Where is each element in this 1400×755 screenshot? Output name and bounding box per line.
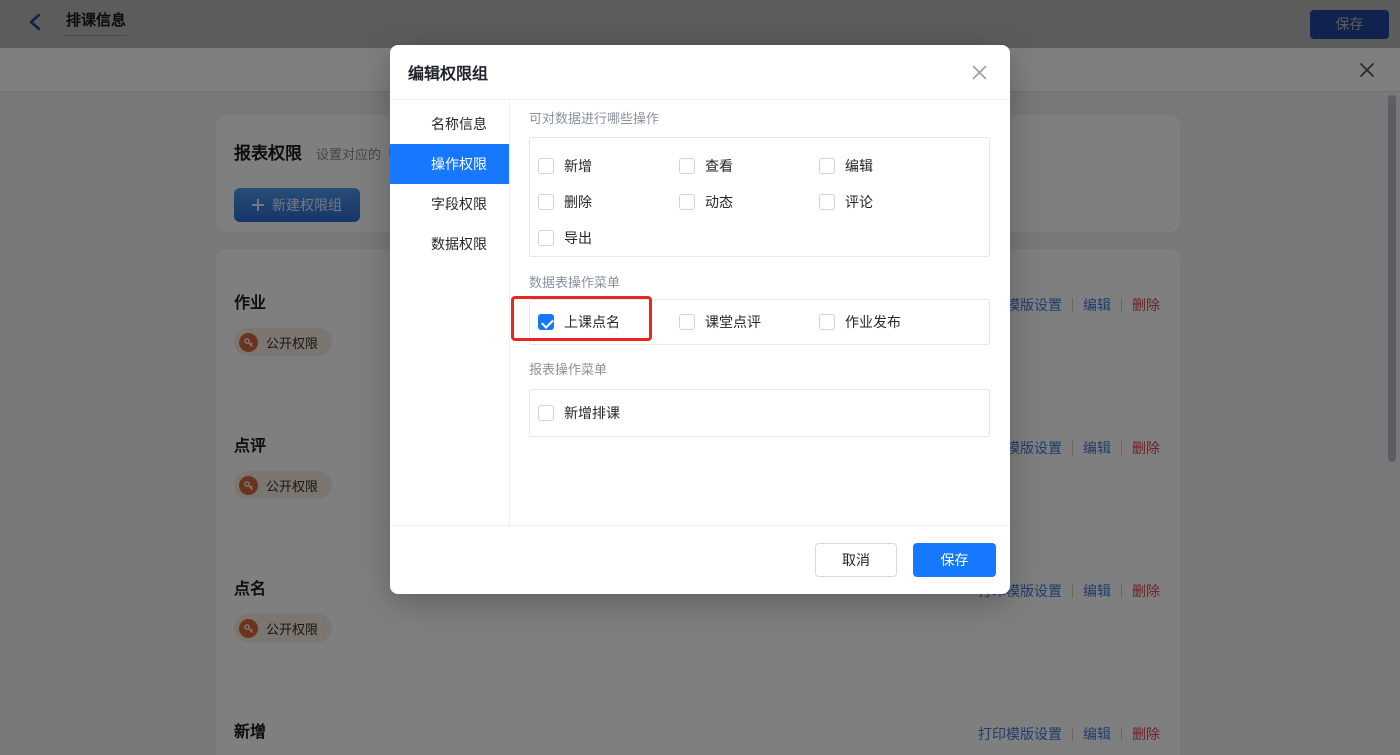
checkbox-label: 新增排课 [564,403,620,423]
report-menu-group: 新增排课 [529,389,990,437]
checkbox-item[interactable]: 导出 [538,228,679,248]
close-icon [971,68,988,85]
tab-field-permission[interactable]: 字段权限 [390,184,509,224]
checkbox-item[interactable]: 删除 [538,192,679,212]
checkbox-label: 新增 [564,156,592,176]
checkbox-item-roll-call[interactable]: 上课点名 [538,312,679,332]
checkbox[interactable] [538,158,554,174]
checkbox[interactable] [819,158,835,174]
checkbox-item[interactable]: 新增 [538,156,679,176]
checkbox-item[interactable]: 编辑 [819,156,989,176]
checkbox-item[interactable]: 作业发布 [819,312,989,332]
modal-close-button[interactable] [971,64,988,81]
checkbox-label: 上课点名 [564,312,620,332]
checkbox-label: 查看 [705,156,733,176]
checkbox-label: 导出 [564,228,592,248]
checkbox-item[interactable]: 课堂点评 [679,312,819,332]
checkbox[interactable] [538,230,554,246]
checkbox-label: 编辑 [845,156,873,176]
edit-permission-group-modal: 编辑权限组 名称信息 操作权限 字段权限 数据权限 可对数据进行哪些操作 新增 [390,45,1010,594]
checkbox[interactable] [538,314,554,330]
checkbox[interactable] [679,314,695,330]
checkbox-item[interactable]: 评论 [819,192,989,212]
modal-footer: 取消 保存 [390,525,1010,594]
checkbox-label: 删除 [564,192,592,212]
checkbox-label: 课堂点评 [705,312,761,332]
checkbox-item[interactable]: 动态 [679,192,819,212]
checkbox[interactable] [538,405,554,421]
tab-operation-permission[interactable]: 操作权限 [390,144,509,184]
checkbox[interactable] [819,194,835,210]
modal-title: 编辑权限组 [408,60,488,84]
screen: 排课信息 保存 报表权限 设置对应的「 新建权限组 作业 打印模版设 [0,0,1400,755]
checkbox-label: 动态 [705,192,733,212]
modal-header: 编辑权限组 [390,45,1010,100]
tab-name-info[interactable]: 名称信息 [390,104,509,144]
checkbox[interactable] [538,194,554,210]
checkbox[interactable] [679,158,695,174]
modal-tabs: 名称信息 操作权限 字段权限 数据权限 [390,100,510,525]
save-button[interactable]: 保存 [913,543,996,577]
checkbox[interactable] [679,194,695,210]
modal-content: 可对数据进行哪些操作 新增 查看 编辑 [510,100,1010,525]
section-title-data-operations: 可对数据进行哪些操作 [529,109,990,129]
section-title-table-menu: 数据表操作菜单 [529,273,990,293]
section-title-report-menu: 报表操作菜单 [529,360,990,380]
data-operations-group: 新增 查看 编辑 删除 [529,137,990,257]
checkbox-label: 作业发布 [845,312,901,332]
cancel-button[interactable]: 取消 [815,543,897,577]
checkbox-item[interactable]: 新增排课 [538,403,620,423]
checkbox-item[interactable]: 查看 [679,156,819,176]
checkbox-label: 评论 [845,192,873,212]
checkbox[interactable] [819,314,835,330]
table-menu-group: 上课点名 课堂点评 作业发布 [529,299,990,345]
tab-data-permission[interactable]: 数据权限 [390,224,509,264]
